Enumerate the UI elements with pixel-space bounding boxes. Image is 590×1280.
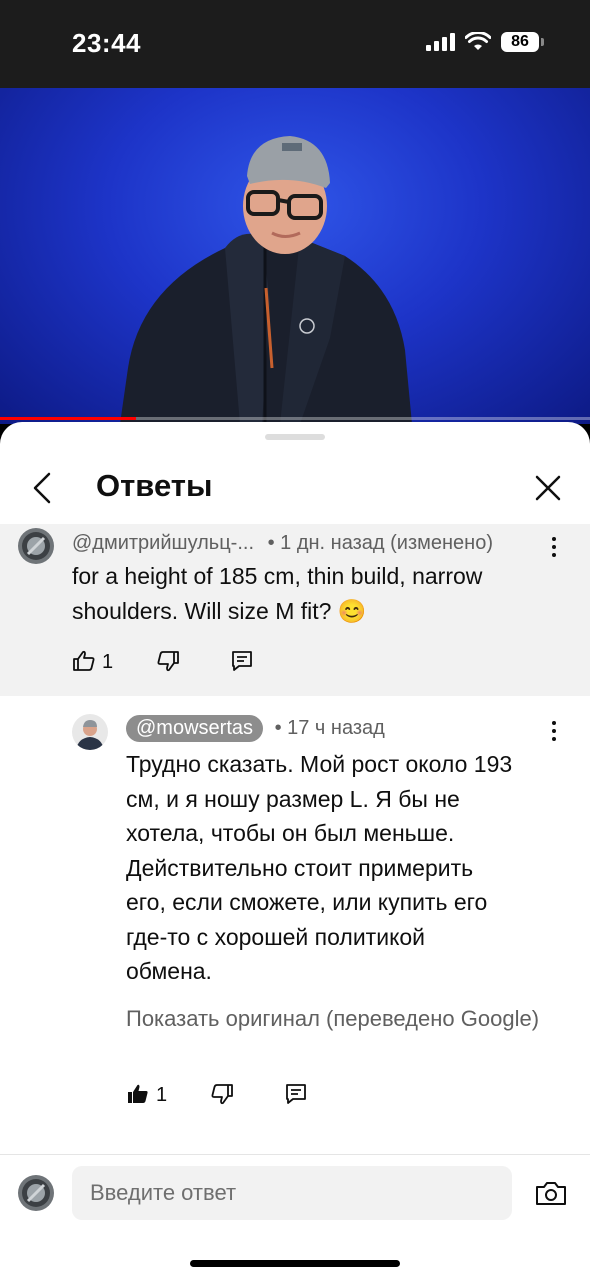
- video-progress-bar[interactable]: [0, 417, 590, 420]
- comment-icon: [232, 651, 252, 671]
- close-icon: [535, 475, 561, 501]
- drag-handle[interactable]: [265, 434, 325, 440]
- thumbs-down-icon: [157, 651, 179, 672]
- close-button[interactable]: [530, 470, 566, 506]
- reply-text-line: обмена.: [126, 958, 212, 984]
- reply-text-line: Трудно сказать. Мой рост около 193: [126, 751, 513, 777]
- replies-sheet: Ответы @дмитрийшульц-... • 1 дн. назад (…: [0, 422, 590, 1280]
- comment-author[interactable]: @дмитрийшульц-...: [72, 532, 254, 554]
- page-title: Ответы: [96, 468, 213, 503]
- reply-text: Трудно сказать. Мой рост около 193 см, и…: [126, 747, 566, 989]
- thumbs-up-icon: [128, 1084, 148, 1103]
- camera-icon: [536, 1182, 566, 1205]
- more-options-button[interactable]: [542, 716, 566, 746]
- battery-icon: 86: [501, 32, 544, 52]
- reply-input[interactable]: [72, 1166, 512, 1220]
- home-indicator: [190, 1260, 400, 1267]
- show-original-link[interactable]: Показать оригинал (переведено Google): [126, 1006, 539, 1032]
- like-count: 1: [102, 651, 114, 673]
- more-options-button[interactable]: [542, 532, 566, 562]
- video-progress-fill: [0, 417, 136, 420]
- reply-text-line: хотела, чтобы он был меньше.: [126, 820, 455, 846]
- reply-text-line: где-то с хорошей политикой: [126, 923, 426, 950]
- avatar: [18, 1175, 54, 1211]
- reply-button[interactable]: [276, 1074, 316, 1114]
- camera-button[interactable]: [532, 1176, 570, 1210]
- reply-timestamp: • 17 ч назад: [274, 717, 385, 739]
- like-button[interactable]: [64, 641, 104, 681]
- reply-text-line: его, если сможете, или купить его: [126, 889, 488, 915]
- reply-button[interactable]: [222, 641, 262, 681]
- comment-timestamp: • 1 дн. назад (изменено): [267, 532, 493, 554]
- chevron-left-icon: [33, 472, 51, 504]
- status-icons: 86: [426, 32, 544, 52]
- reply-author[interactable]: @mowsertas: [126, 715, 263, 742]
- comment-icon: [286, 1084, 306, 1104]
- avatar[interactable]: [72, 714, 108, 750]
- video-player[interactable]: [0, 88, 590, 424]
- status-time: 23:44: [72, 28, 141, 58]
- thumbs-down-icon: [211, 1084, 233, 1105]
- status-bar: 23:44 86: [0, 0, 590, 88]
- comment-meta: @дмитрийшульц-... • 1 дн. назад (изменен…: [72, 532, 493, 555]
- video-frame-person: [120, 136, 412, 424]
- back-button[interactable]: [24, 470, 60, 506]
- reply-text-line: Действительно стоит примерить: [126, 854, 474, 881]
- battery-level: 86: [501, 32, 539, 52]
- dislike-button[interactable]: [148, 641, 188, 681]
- comment-text: for a height of 185 cm, thin build, narr…: [72, 563, 483, 624]
- reply-text-line: см, и я ношу размер L. Я бы не: [126, 785, 460, 812]
- parent-comment: @дмитрийшульц-... • 1 дн. назад (изменен…: [0, 524, 590, 696]
- reply-meta: @mowsertas • 17 ч назад: [126, 715, 385, 742]
- sheet-header: Ответы: [0, 452, 590, 524]
- divider: [0, 1154, 590, 1155]
- thumbs-up-icon: [73, 650, 95, 671]
- like-button[interactable]: [118, 1074, 158, 1114]
- like-count: 1: [156, 1084, 168, 1106]
- avatar[interactable]: [18, 528, 54, 564]
- wifi-icon: [465, 32, 491, 50]
- dislike-button[interactable]: [202, 1074, 242, 1114]
- cellular-signal-icon: [426, 33, 455, 51]
